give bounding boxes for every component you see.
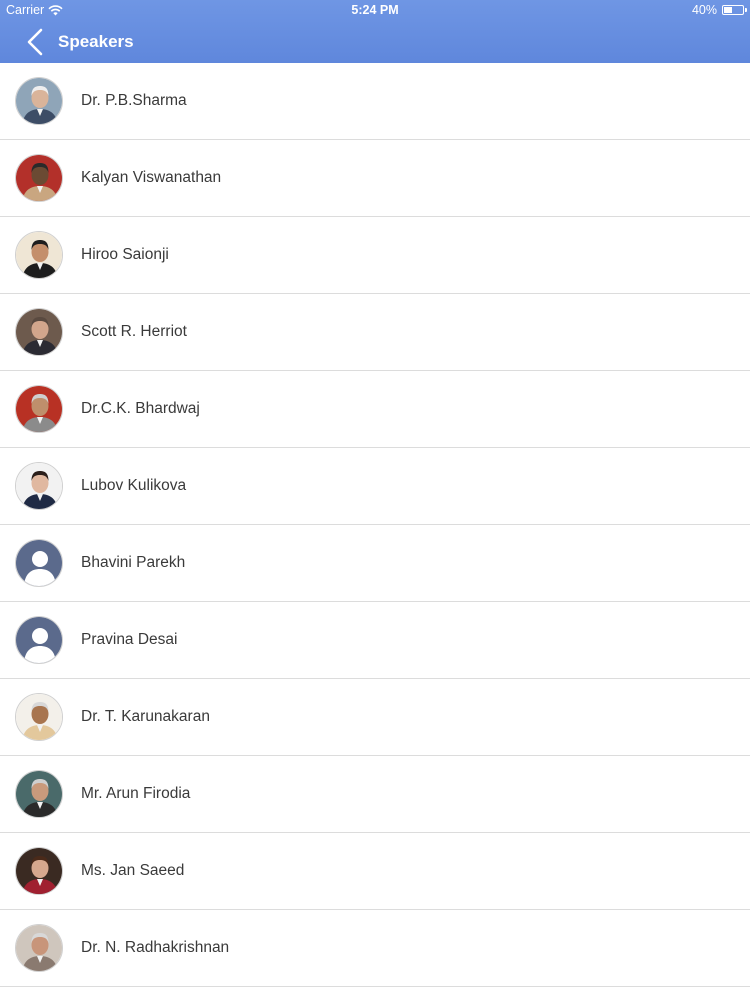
speaker-row[interactable]: Kalyan Viswanathan (0, 140, 750, 217)
portrait-image (16, 386, 62, 432)
speaker-row[interactable]: Mr. Arun Firodia (0, 756, 750, 833)
speaker-name: Dr. T. Karunakaran (81, 708, 210, 725)
speaker-name: Bhavini Parekh (81, 554, 186, 571)
default-avatar (15, 616, 63, 664)
speaker-row[interactable]: Dr. N. Radhakrishnan (0, 910, 750, 987)
portrait-image (16, 925, 62, 971)
battery-level (724, 7, 732, 13)
speaker-avatar (15, 154, 63, 202)
speaker-row[interactable]: Bhavini Parekh (0, 525, 750, 602)
portrait-image (16, 78, 62, 124)
speaker-name: Dr. N. Radhakrishnan (81, 939, 230, 956)
portrait-image (16, 848, 62, 894)
speaker-row[interactable]: Hiroo Saionji (0, 217, 750, 294)
portrait-image (16, 694, 62, 740)
speaker-name: Hiroo Saionji (81, 246, 169, 263)
portrait-image (16, 309, 62, 355)
speaker-row[interactable]: Dr. P.B.Sharma (0, 63, 750, 140)
person-silhouette-icon (16, 617, 62, 663)
portrait-image (16, 771, 62, 817)
speaker-name: Pravina Desai (81, 631, 178, 648)
speaker-avatar (15, 924, 63, 972)
battery-icon (722, 5, 747, 15)
page-title: Speakers (58, 32, 134, 51)
speaker-name: Ms. Jan Saeed (81, 862, 185, 879)
back-button[interactable] (24, 27, 48, 57)
speaker-name: Lubov Kulikova (81, 477, 187, 494)
speaker-avatar (15, 847, 63, 895)
speaker-row[interactable]: Scott R. Herriot (0, 294, 750, 371)
person-silhouette-icon (16, 540, 62, 586)
speaker-avatar (15, 462, 63, 510)
battery-status: 40% (691, 3, 747, 17)
speaker-row[interactable]: Ms. Jan Saeed (0, 833, 750, 910)
portrait-image (16, 155, 62, 201)
battery-percent: 40% (691, 3, 717, 17)
speaker-name: Dr. P.B.Sharma (81, 92, 187, 109)
speaker-name: Dr.C.K. Bhardwaj (81, 400, 200, 417)
navigation-bar: Speakers (0, 22, 750, 63)
speaker-list: Dr. P.B.Sharma Kalyan Viswanathan Hiroo Sa… (0, 63, 750, 987)
chevron-left-icon (27, 28, 43, 56)
speaker-avatar (15, 308, 63, 356)
status-bar: Carrier 5:24 PM 40% (0, 0, 750, 22)
speaker-row[interactable]: Dr.C.K. Bhardwaj (0, 371, 750, 448)
speaker-name: Mr. Arun Firodia (81, 785, 191, 802)
speaker-row[interactable]: Lubov Kulikova (0, 448, 750, 525)
speaker-row[interactable]: Dr. T. Karunakaran (0, 679, 750, 756)
speaker-avatar (15, 770, 63, 818)
status-time: 5:24 PM (351, 3, 399, 17)
portrait-image (16, 232, 62, 278)
speaker-avatar (15, 693, 63, 741)
app-header: Carrier 5:24 PM 40% Speakers (0, 0, 750, 63)
speaker-name: Scott R. Herriot (81, 323, 187, 340)
default-avatar (15, 539, 63, 587)
speaker-row[interactable]: Pravina Desai (0, 602, 750, 679)
speaker-avatar (15, 385, 63, 433)
portrait-image (16, 463, 62, 509)
speaker-avatar (15, 231, 63, 279)
speaker-avatar (15, 77, 63, 125)
speaker-name: Kalyan Viswanathan (81, 169, 222, 186)
